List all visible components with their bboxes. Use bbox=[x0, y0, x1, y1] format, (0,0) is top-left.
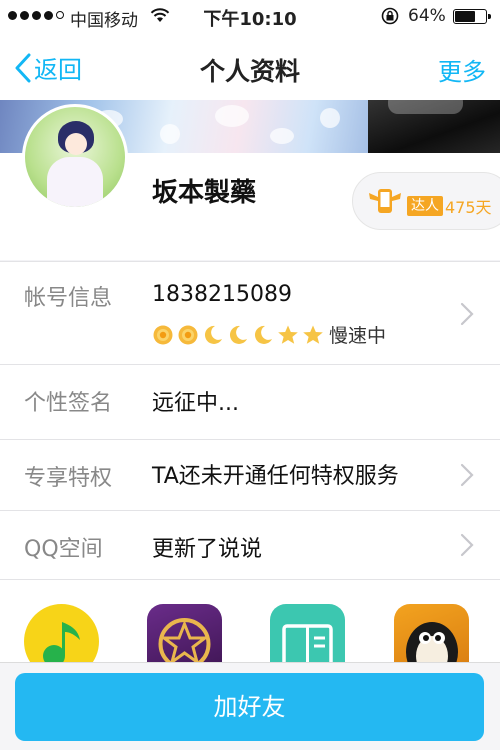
account-info-label: 帐号信息 bbox=[24, 286, 113, 311]
account-info-row[interactable]: 帐号信息 1838215089 bbox=[0, 262, 500, 364]
bottom-bar: 加好友 bbox=[0, 662, 500, 750]
page-title: 个人资料 bbox=[199, 57, 300, 86]
qzone-value: 更新了说说 bbox=[152, 537, 263, 562]
qzone-row[interactable]: QQ空间 更新了说说 bbox=[0, 511, 500, 579]
add-friend-button[interactable]: 加好友 bbox=[15, 673, 484, 741]
moon-icon bbox=[229, 325, 247, 344]
signature-label: 个性签名 bbox=[24, 391, 113, 416]
profile-name: 坂本製藥 bbox=[152, 178, 257, 208]
qq-level-icons: 慢速中 bbox=[152, 321, 386, 348]
rotation-lock-icon bbox=[380, 6, 400, 30]
avatar[interactable] bbox=[22, 104, 128, 210]
expert-badge[interactable]: 达人 475天 bbox=[352, 172, 500, 230]
battery-percent: 64% bbox=[408, 6, 446, 26]
chevron-right-icon bbox=[460, 302, 474, 326]
qzone-label: QQ空间 bbox=[24, 537, 103, 562]
cover-thumbnail[interactable] bbox=[368, 100, 500, 153]
qq-music-icon[interactable] bbox=[24, 604, 99, 662]
status-bar: 中国移动 下午10:10 64% bbox=[0, 0, 500, 36]
privilege-label: 专享特权 bbox=[24, 466, 113, 491]
chevron-right-icon bbox=[460, 463, 474, 487]
account-number: 1838215089 bbox=[152, 282, 292, 307]
badge-days: 475天 bbox=[445, 198, 492, 217]
signature-value: 远征中... bbox=[152, 391, 239, 416]
signature-row[interactable]: 个性签名 远征中... bbox=[0, 365, 500, 439]
book-app-icon[interactable] bbox=[270, 604, 345, 662]
battery-icon bbox=[453, 9, 491, 24]
penguin-app-icon[interactable] bbox=[394, 604, 469, 662]
star-icon bbox=[303, 325, 323, 344]
navigation-bar: 返回 个人资料 更多 bbox=[0, 36, 500, 100]
more-button[interactable]: 更多 bbox=[438, 52, 486, 87]
badge-tag: 达人 bbox=[407, 196, 443, 216]
chevron-right-icon bbox=[460, 533, 474, 557]
privilege-row[interactable]: 专享特权 TA还未开通任何特权服务 bbox=[0, 440, 500, 510]
privilege-value: TA还未开通任何特权服务 bbox=[152, 464, 399, 489]
winged-phone-icon bbox=[369, 189, 401, 213]
star-app-icon[interactable] bbox=[147, 604, 222, 662]
moon-icon bbox=[204, 325, 222, 344]
sun-icon bbox=[153, 325, 173, 344]
app-icons-row bbox=[0, 580, 500, 662]
level-speed-status: 慢速中 bbox=[329, 325, 387, 347]
sun-icon bbox=[178, 325, 198, 344]
moon-icon bbox=[254, 325, 272, 344]
star-icon bbox=[278, 325, 298, 344]
